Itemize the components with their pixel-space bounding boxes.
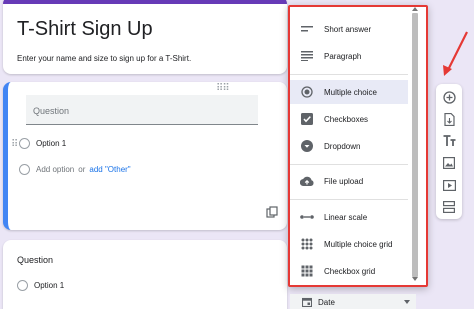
menu-item-label: File upload	[324, 176, 364, 186]
menu-item-multiple-choice[interactable]: Multiple choice	[290, 80, 408, 104]
add-other-link[interactable]: add "Other"	[89, 165, 130, 174]
question-placeholder: Question	[33, 106, 70, 116]
form-title-card[interactable]: T-Shirt Sign Up Enter your name and size…	[3, 0, 287, 74]
linear-scale-icon	[300, 210, 314, 224]
form-description[interactable]: Enter your name and size to sign up for …	[17, 54, 191, 63]
add-section-icon[interactable]	[441, 199, 457, 215]
form-title[interactable]: T-Shirt Sign Up	[17, 18, 153, 41]
radio-icon	[17, 280, 28, 291]
menu-item-label: Checkboxes	[324, 114, 369, 124]
menu-item-short-answer[interactable]: Short answer	[290, 17, 408, 41]
menu-item-label: Linear scale	[324, 212, 368, 222]
menu-item-checkboxes[interactable]: Checkboxes	[290, 107, 408, 131]
option-row[interactable]: Option 1	[17, 280, 64, 291]
calendar-icon	[302, 297, 312, 307]
annotation-arrow-icon	[443, 31, 468, 76]
paragraph-icon	[300, 49, 314, 63]
menu-item-label: Dropdown	[324, 141, 361, 151]
checkbox-grid-icon	[300, 264, 314, 278]
question-title-input[interactable]: Question	[26, 95, 258, 125]
option-drag-handle-icon[interactable]: ⠿	[11, 140, 18, 150]
cloud-upload-icon	[300, 174, 314, 188]
scroll-down-arrow-icon[interactable]	[412, 277, 418, 281]
menu-divider	[290, 199, 408, 200]
add-option-row[interactable]: Add option or add "Other"	[19, 164, 131, 175]
option-label[interactable]: Option 1	[34, 281, 64, 290]
question-type-select[interactable]: Date	[290, 294, 416, 309]
menu-item-dropdown[interactable]: Dropdown	[290, 134, 408, 158]
or-text: or	[78, 165, 86, 174]
menu-item-checkbox-grid[interactable]: Checkbox grid	[290, 259, 408, 283]
add-video-icon[interactable]	[441, 177, 457, 193]
menu-item-paragraph[interactable]: Paragraph	[290, 44, 408, 68]
radio-icon	[19, 164, 30, 175]
short-answer-icon	[300, 22, 314, 36]
drag-handle-icon[interactable]: ⠿⠿	[216, 84, 230, 94]
add-option-link[interactable]: Add option	[36, 165, 74, 174]
menu-item-linear-scale[interactable]: Linear scale	[290, 205, 408, 229]
menu-scrollbar[interactable]	[409, 7, 424, 281]
menu-item-label: Paragraph	[324, 51, 362, 61]
menu-item-file-upload[interactable]: File upload	[290, 169, 408, 193]
radio-icon	[300, 85, 314, 99]
add-title-icon[interactable]	[441, 133, 457, 149]
grid-icon	[300, 237, 314, 251]
question-card-active[interactable]: ⠿⠿ Question ⠿ Option 1 Add option or add…	[3, 82, 287, 230]
menu-item-label: Multiple choice	[324, 87, 377, 97]
menu-divider	[290, 164, 408, 165]
option-row[interactable]: Option 1	[19, 138, 66, 149]
radio-icon	[19, 138, 30, 149]
menu-divider	[290, 74, 408, 75]
selected-type-label: Date	[318, 297, 335, 307]
side-toolbar	[436, 84, 462, 219]
menu-item-label: Short answer	[324, 24, 372, 34]
duplicate-icon[interactable]	[266, 206, 278, 218]
import-questions-icon[interactable]	[441, 111, 457, 127]
menu-item-label: Checkbox grid	[324, 266, 376, 276]
option-label[interactable]: Option 1	[36, 139, 66, 148]
scrollbar-thumb[interactable]	[412, 13, 418, 277]
menu-item-multiple-choice-grid[interactable]: Multiple choice grid	[290, 232, 408, 256]
question-type-menu[interactable]: Short answer Paragraph Multiple choice C…	[288, 5, 428, 287]
question-title[interactable]: Question	[17, 255, 53, 265]
add-image-icon[interactable]	[441, 155, 457, 171]
checkbox-icon	[300, 112, 314, 126]
dropdown-icon	[300, 139, 314, 153]
chevron-down-icon	[404, 300, 410, 304]
add-question-icon[interactable]	[441, 89, 457, 105]
menu-item-label: Multiple choice grid	[324, 239, 393, 249]
question-card[interactable]: Question Option 1	[3, 240, 287, 309]
scroll-up-arrow-icon[interactable]	[412, 7, 418, 11]
